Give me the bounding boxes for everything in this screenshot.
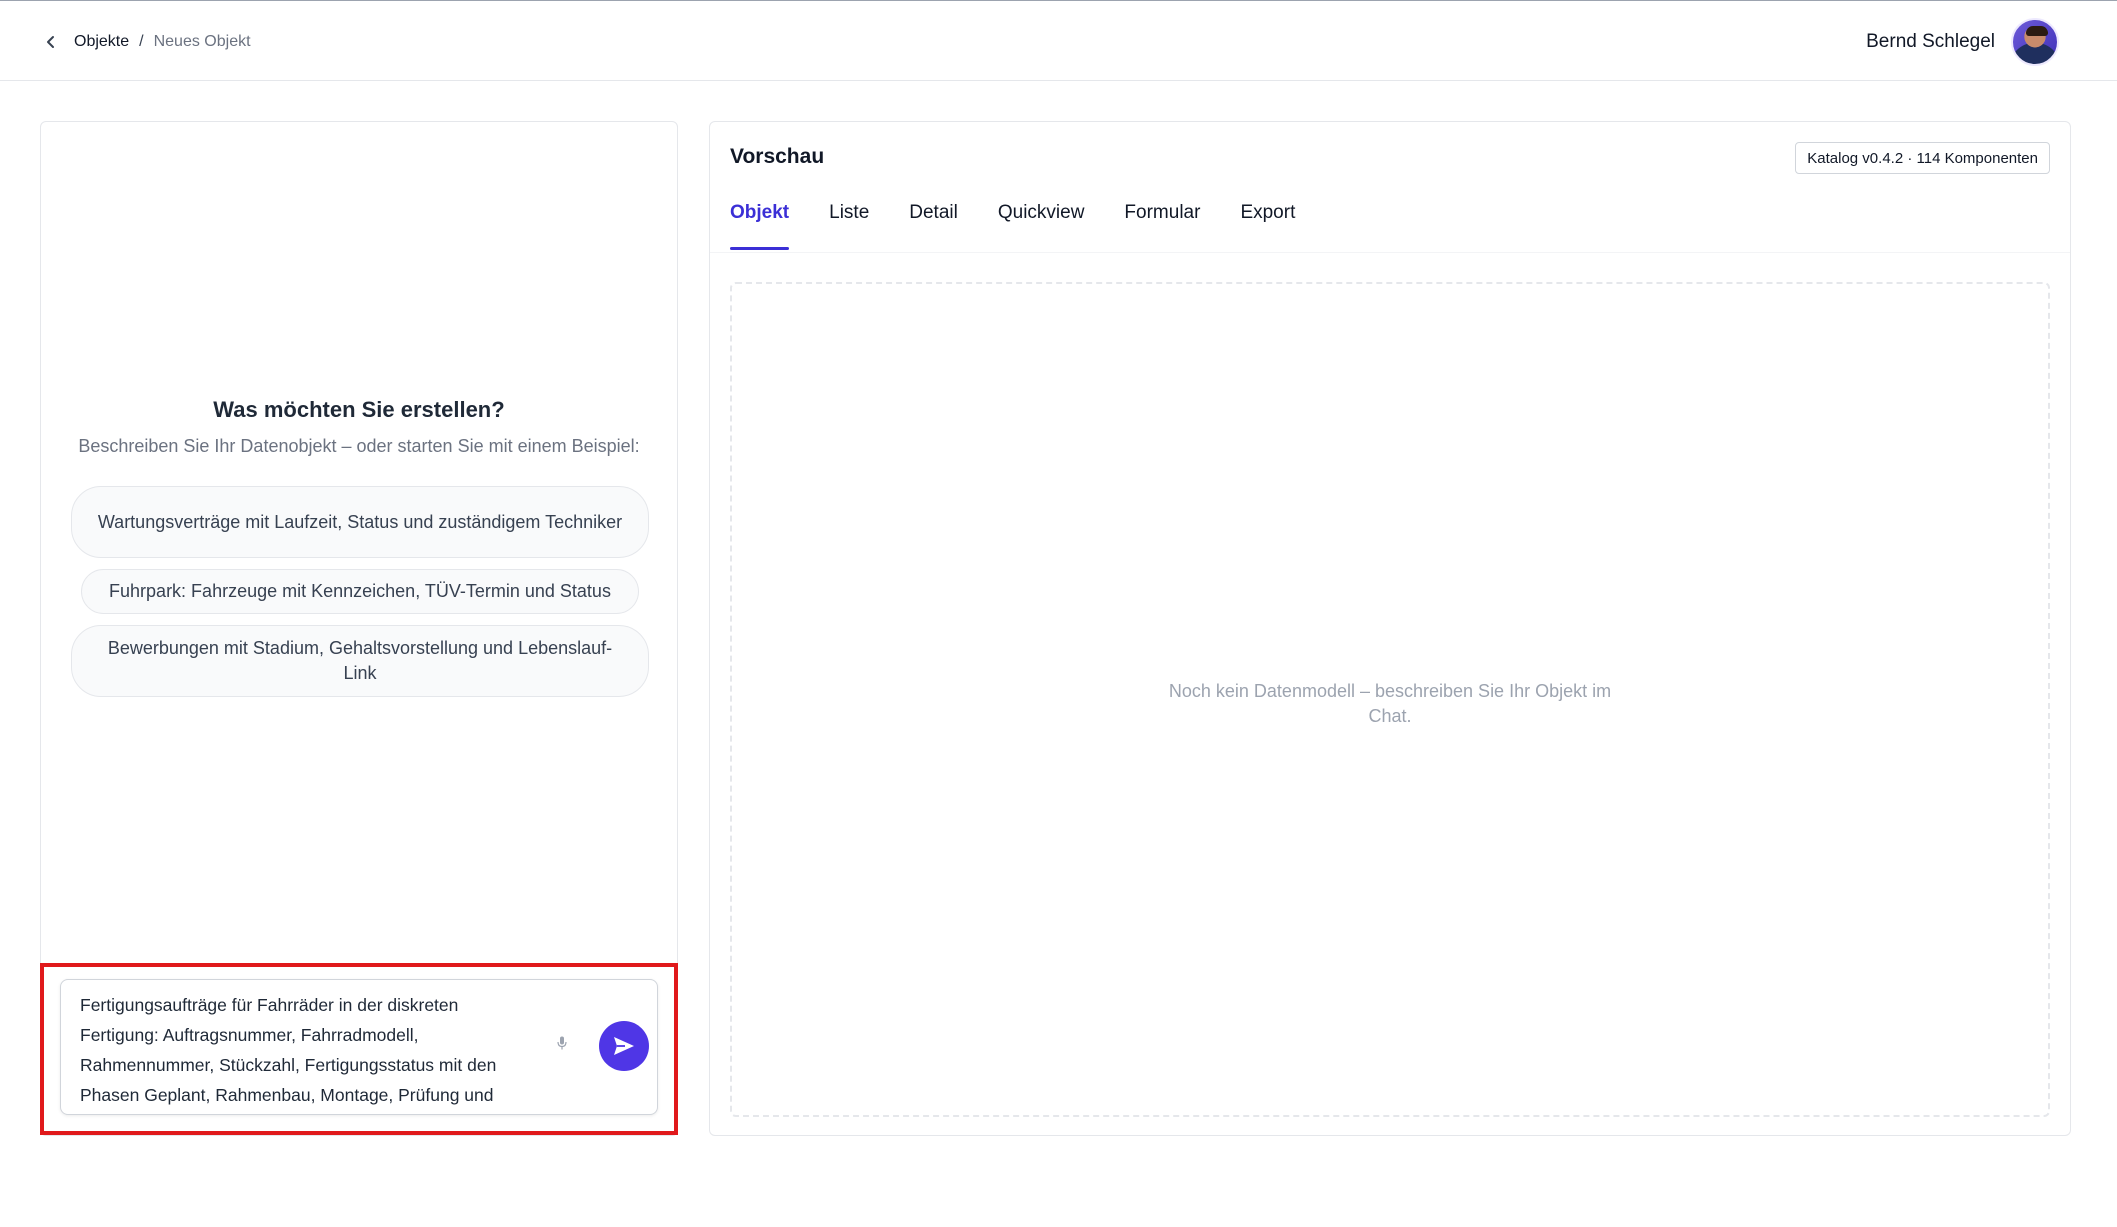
chevron-left-icon [47,36,54,48]
preview-tabs: Objekt Liste Detail Quickview Formular E… [730,184,1295,250]
tab-export[interactable]: Export [1240,184,1295,242]
breadcrumb: Objekte / Neues Objekt [38,29,251,55]
tab-detail[interactable]: Detail [909,184,958,242]
example-chip-wartungsvertraege[interactable]: Wartungsverträge mit Laufzeit, Status un… [71,486,649,558]
send-button[interactable] [599,1021,649,1071]
tab-formular[interactable]: Formular [1124,184,1200,242]
microphone-button[interactable] [555,1033,569,1053]
tab-objekt[interactable]: Objekt [730,184,790,250]
catalog-badge: Katalog v0.4.2 · 114 Komponenten [1795,142,2050,174]
preview-panel: Vorschau Katalog v0.4.2 · 114 Komponente… [709,121,2071,1136]
send-icon [614,1037,634,1055]
empty-state-message: Noch kein Datenmodell – beschreiben Sie … [1168,681,1612,726]
top-bar: Objekte / Neues Objekt Bernd Schlegel [0,0,2117,81]
chat-intro-title: Was möchten Sie erstellen? [213,397,505,422]
chat-composer[interactable]: Fertigungsaufträge für Fahrräder in der … [60,979,658,1115]
preview-canvas: Noch kein Datenmodell – beschreiben Sie … [730,282,2050,1117]
chat-intro-subtitle: Beschreiben Sie Ihr Datenobjekt – oder s… [78,436,640,456]
user-name: Bernd Schlegel [1866,31,1995,52]
chat-input[interactable]: Fertigungsaufträge für Fahrräder in der … [80,990,540,1110]
empty-state: Noch kein Datenmodell – beschreiben Sie … [732,679,2048,729]
example-chip-fuhrpark[interactable]: Fuhrpark: Fahrzeuge mit Kennzeichen, TÜV… [81,569,639,614]
breadcrumb-link-objekte[interactable]: Objekte [74,33,129,51]
user-menu[interactable]: Bernd Schlegel [1866,17,2059,67]
tabs-divider [710,252,2070,253]
back-button[interactable] [38,29,64,55]
example-chip-bewerbungen[interactable]: Bewerbungen mit Stadium, Gehaltsvorstell… [71,625,649,697]
breadcrumb-current: Neues Objekt [153,33,251,50]
tab-quickview[interactable]: Quickview [998,184,1085,242]
tab-liste[interactable]: Liste [829,184,869,242]
preview-title: Vorschau [730,145,825,168]
breadcrumb-separator: / [139,33,144,50]
avatar[interactable] [2011,18,2059,66]
microphone-icon [557,1036,567,1050]
